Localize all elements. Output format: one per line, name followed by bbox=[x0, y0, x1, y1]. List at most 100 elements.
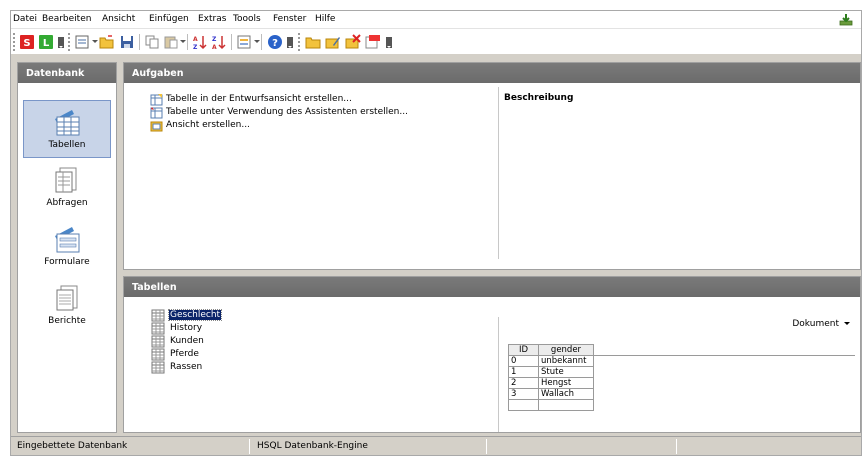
svg-text:A: A bbox=[193, 36, 198, 43]
toolbar-separator bbox=[139, 34, 140, 50]
description-title: Beschreibung bbox=[504, 93, 574, 103]
form-icon[interactable] bbox=[236, 34, 252, 50]
status-engine: HSQL Datenbank-Engine bbox=[257, 441, 368, 451]
menu-fenster[interactable]: Fenster bbox=[273, 14, 306, 24]
grid-cell: Stute bbox=[538, 366, 594, 378]
l-icon[interactable]: L bbox=[38, 34, 54, 50]
table-row[interactable]: 1 Stute bbox=[508, 366, 855, 378]
menu-toools[interactable]: Toools bbox=[233, 14, 261, 24]
database-sidebar: Datenbank Tabellen Abfragen Formulare Be… bbox=[17, 62, 117, 433]
grid-cell: unbekannt bbox=[538, 355, 594, 367]
grid-header-row: ID gender bbox=[508, 344, 855, 356]
sort-ascending-icon[interactable]: AZ bbox=[192, 34, 208, 50]
grid-cell: 3 bbox=[508, 388, 539, 400]
table-icon bbox=[151, 309, 165, 322]
toolbar-overflow-icon[interactable] bbox=[286, 34, 294, 50]
svg-text:L: L bbox=[43, 38, 50, 49]
chevron-down-icon bbox=[844, 322, 850, 325]
grid-empty-cell bbox=[593, 399, 855, 411]
svg-text:?: ? bbox=[272, 38, 278, 49]
toolbar-separator bbox=[261, 34, 262, 50]
sidebar-item-label: Abfragen bbox=[46, 198, 88, 208]
sidebar-item-tables[interactable]: Tabellen bbox=[23, 100, 111, 158]
table-row-new[interactable] bbox=[508, 399, 855, 411]
sidebar-title: Datenbank bbox=[18, 63, 116, 83]
paste-icon[interactable] bbox=[163, 34, 179, 50]
toolbar-grip[interactable] bbox=[68, 33, 70, 51]
edit-icon[interactable] bbox=[325, 34, 341, 50]
table-row[interactable]: 0 unbekannt bbox=[508, 355, 855, 367]
menu-extras[interactable]: Extras bbox=[198, 14, 226, 24]
description-divider bbox=[498, 87, 499, 259]
grid-empty-cell bbox=[593, 377, 855, 389]
main-window: Datei Bearbeiten Ansicht Einfügen Extras… bbox=[10, 10, 862, 456]
table-icon bbox=[151, 361, 165, 374]
forms-icon bbox=[55, 227, 80, 253]
update-download-icon[interactable] bbox=[839, 13, 853, 26]
sidebar-item-label: Tabellen bbox=[48, 140, 86, 150]
toolbar-grip[interactable] bbox=[13, 33, 15, 51]
sort-descending-icon[interactable]: ZA bbox=[211, 34, 227, 50]
tasks-title: Aufgaben bbox=[124, 63, 860, 83]
copy-icon[interactable] bbox=[144, 34, 160, 50]
menu-bearbeiten[interactable]: Bearbeiten bbox=[42, 14, 91, 24]
grid-empty-cell bbox=[593, 388, 855, 400]
grid-cell: 0 bbox=[508, 355, 539, 367]
menu-einfuegen[interactable]: Einfügen bbox=[149, 14, 189, 24]
grid-cell: Wallach bbox=[538, 388, 594, 400]
sidebar-item-queries[interactable]: Abfragen bbox=[23, 159, 111, 217]
preview-divider bbox=[498, 317, 499, 432]
svg-text:S: S bbox=[23, 38, 30, 49]
tables-title: Tabellen bbox=[124, 277, 860, 297]
table-preview-grid: ID gender 0 unbekannt 1 Stute 2 Hengst 3… bbox=[508, 344, 855, 411]
table-row[interactable]: 2 Hengst bbox=[508, 377, 855, 389]
form-dropdown-icon[interactable] bbox=[254, 40, 260, 43]
sidebar-item-forms[interactable]: Formulare bbox=[23, 218, 111, 276]
sidebar-item-reports[interactable]: Berichte bbox=[23, 277, 111, 335]
rename-icon[interactable] bbox=[365, 34, 381, 50]
toolbar-separator bbox=[231, 34, 232, 50]
table-design-icon bbox=[150, 94, 163, 106]
tasks-panel: Aufgaben Tabelle in der Entwurfsansicht … bbox=[123, 62, 861, 270]
table-icon bbox=[151, 322, 165, 335]
table-row[interactable]: 3 Wallach bbox=[508, 388, 855, 400]
main-area: Datenbank Tabellen Abfragen Formulare Be… bbox=[11, 56, 861, 436]
menu-ansicht[interactable]: Ansicht bbox=[102, 14, 135, 24]
grid-empty-cell bbox=[593, 366, 855, 378]
grid-cell bbox=[538, 399, 594, 411]
grid-column-header[interactable]: gender bbox=[538, 344, 594, 356]
preview-mode-dropdown[interactable]: Dokument bbox=[792, 319, 850, 329]
grid-column-header[interactable]: ID bbox=[508, 344, 539, 356]
status-bar: Eingebettete Datenbank HSQL Datenbank-En… bbox=[11, 436, 861, 455]
save-icon[interactable] bbox=[119, 34, 135, 50]
queries-icon bbox=[55, 167, 77, 193]
new-icon[interactable] bbox=[74, 34, 90, 50]
folder-icon[interactable] bbox=[305, 34, 321, 50]
svg-text:Z: Z bbox=[193, 44, 198, 50]
grid-empty-header bbox=[593, 344, 855, 356]
menu-datei[interactable]: Datei bbox=[13, 14, 37, 24]
new-dropdown-icon[interactable] bbox=[92, 40, 98, 43]
delete-icon[interactable] bbox=[345, 34, 361, 50]
grid-cell: Hengst bbox=[538, 377, 594, 389]
svg-text:Z: Z bbox=[212, 36, 217, 43]
open-icon[interactable] bbox=[99, 34, 115, 50]
table-wizard-icon bbox=[150, 107, 163, 119]
preview-mode-label: Dokument bbox=[792, 319, 839, 329]
sidebar-item-label: Berichte bbox=[48, 316, 86, 326]
status-separator bbox=[486, 439, 487, 454]
toolbar-overflow-icon[interactable] bbox=[57, 34, 65, 50]
help-icon[interactable]: ? bbox=[267, 34, 283, 50]
status-database-type: Eingebettete Datenbank bbox=[17, 441, 128, 451]
s-icon[interactable]: S bbox=[19, 34, 35, 50]
svg-text:A: A bbox=[212, 44, 217, 50]
grid-cell: 2 bbox=[508, 377, 539, 389]
table-icon bbox=[151, 348, 165, 361]
grid-cell bbox=[508, 399, 539, 411]
menu-hilfe[interactable]: Hilfe bbox=[315, 14, 335, 24]
grid-empty-cell bbox=[593, 355, 855, 367]
toolbar-overflow-icon[interactable] bbox=[385, 34, 393, 50]
paste-dropdown-icon[interactable] bbox=[180, 40, 186, 43]
toolbar-grip[interactable] bbox=[298, 33, 300, 51]
status-separator bbox=[676, 439, 677, 454]
